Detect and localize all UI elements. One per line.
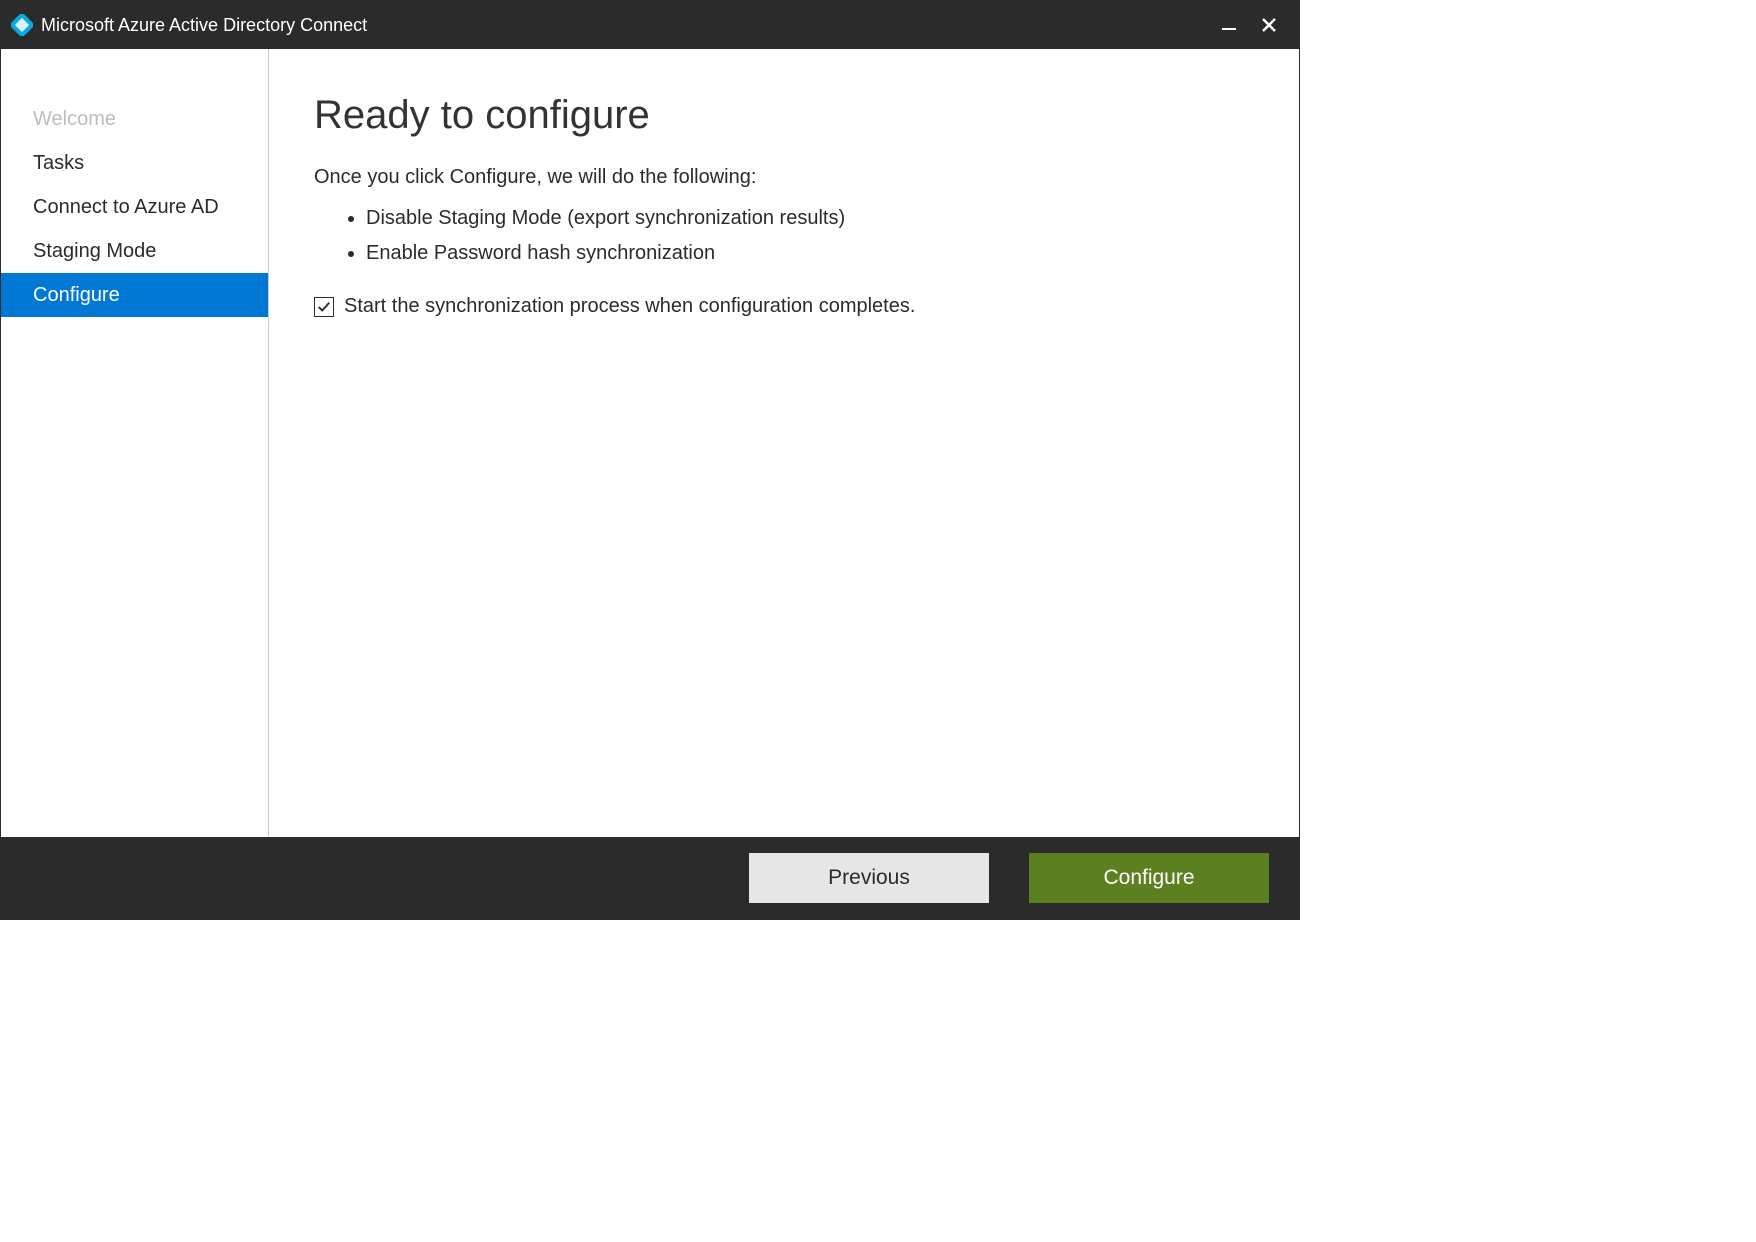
- body: Welcome Tasks Connect to Azure AD Stagin…: [1, 49, 1299, 837]
- sidebar-item-connect[interactable]: Connect to Azure AD: [1, 185, 268, 229]
- start-sync-checkbox-row: Start the synchronization process when c…: [314, 295, 1239, 318]
- intro-text: Once you click Configure, we will do the…: [314, 166, 1239, 189]
- azure-icon: [11, 14, 33, 36]
- main-panel: Ready to configure Once you click Config…: [269, 49, 1299, 837]
- configure-button[interactable]: Configure: [1029, 853, 1269, 903]
- start-sync-checkbox[interactable]: [314, 297, 334, 317]
- list-item: Disable Staging Mode (export synchroniza…: [366, 201, 1239, 236]
- titlebar: Microsoft Azure Active Directory Connect: [1, 1, 1299, 49]
- close-button[interactable]: [1249, 5, 1289, 45]
- sidebar-item-tasks[interactable]: Tasks: [1, 141, 268, 185]
- sidebar-item-label: Staging Mode: [33, 240, 156, 262]
- button-label: Previous: [828, 866, 910, 890]
- previous-button[interactable]: Previous: [749, 853, 989, 903]
- sidebar-item-label: Welcome: [33, 108, 116, 130]
- action-list: Disable Staging Mode (export synchroniza…: [366, 201, 1239, 271]
- list-item: Enable Password hash synchronization: [366, 236, 1239, 271]
- window-title: Microsoft Azure Active Directory Connect: [41, 15, 367, 36]
- sidebar-item-staging[interactable]: Staging Mode: [1, 229, 268, 273]
- footer: Previous Configure: [1, 837, 1299, 919]
- sidebar-item-configure[interactable]: Configure: [1, 273, 268, 317]
- sidebar: Welcome Tasks Connect to Azure AD Stagin…: [1, 49, 269, 837]
- start-sync-checkbox-label: Start the synchronization process when c…: [344, 295, 915, 318]
- sidebar-item-label: Connect to Azure AD: [33, 196, 219, 218]
- minimize-button[interactable]: [1209, 5, 1249, 45]
- sidebar-item-welcome[interactable]: Welcome: [1, 97, 268, 141]
- sidebar-item-label: Tasks: [33, 152, 84, 174]
- page-title: Ready to configure: [314, 93, 1239, 138]
- button-label: Configure: [1103, 866, 1194, 890]
- sidebar-item-label: Configure: [33, 284, 120, 306]
